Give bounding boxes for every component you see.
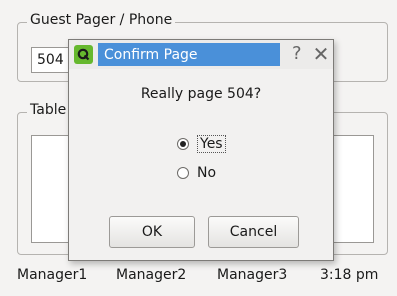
ok-button[interactable]: OK [109,216,195,248]
pager-group-title: Guest Pager / Phone [27,12,176,28]
table-group-title: Table [27,102,70,118]
clock-time: 3:18 pm [320,267,379,283]
no-label: No [197,165,217,181]
confirm-page-dialog: Confirm Page ? ✕ Really page 504? Yes No… [68,39,334,261]
dialog-title: Confirm Page [104,47,198,63]
manager2-label[interactable]: Manager2 [116,267,186,283]
close-icon[interactable]: ✕ [312,44,330,64]
confirm-question: Really page 504? [140,86,262,102]
dialog-titlebar[interactable]: Confirm Page ? ✕ [69,40,333,69]
yes-radio[interactable] [177,138,189,150]
cancel-button[interactable]: Cancel [208,216,299,248]
qt-app-icon [74,45,93,64]
help-icon[interactable]: ? [292,44,302,64]
no-option[interactable]: No [177,163,216,183]
yes-option[interactable]: Yes [177,134,226,154]
manager3-label[interactable]: Manager3 [217,267,287,283]
yes-label: Yes [197,135,226,153]
no-radio[interactable] [177,167,189,179]
manager1-label[interactable]: Manager1 [17,267,87,283]
